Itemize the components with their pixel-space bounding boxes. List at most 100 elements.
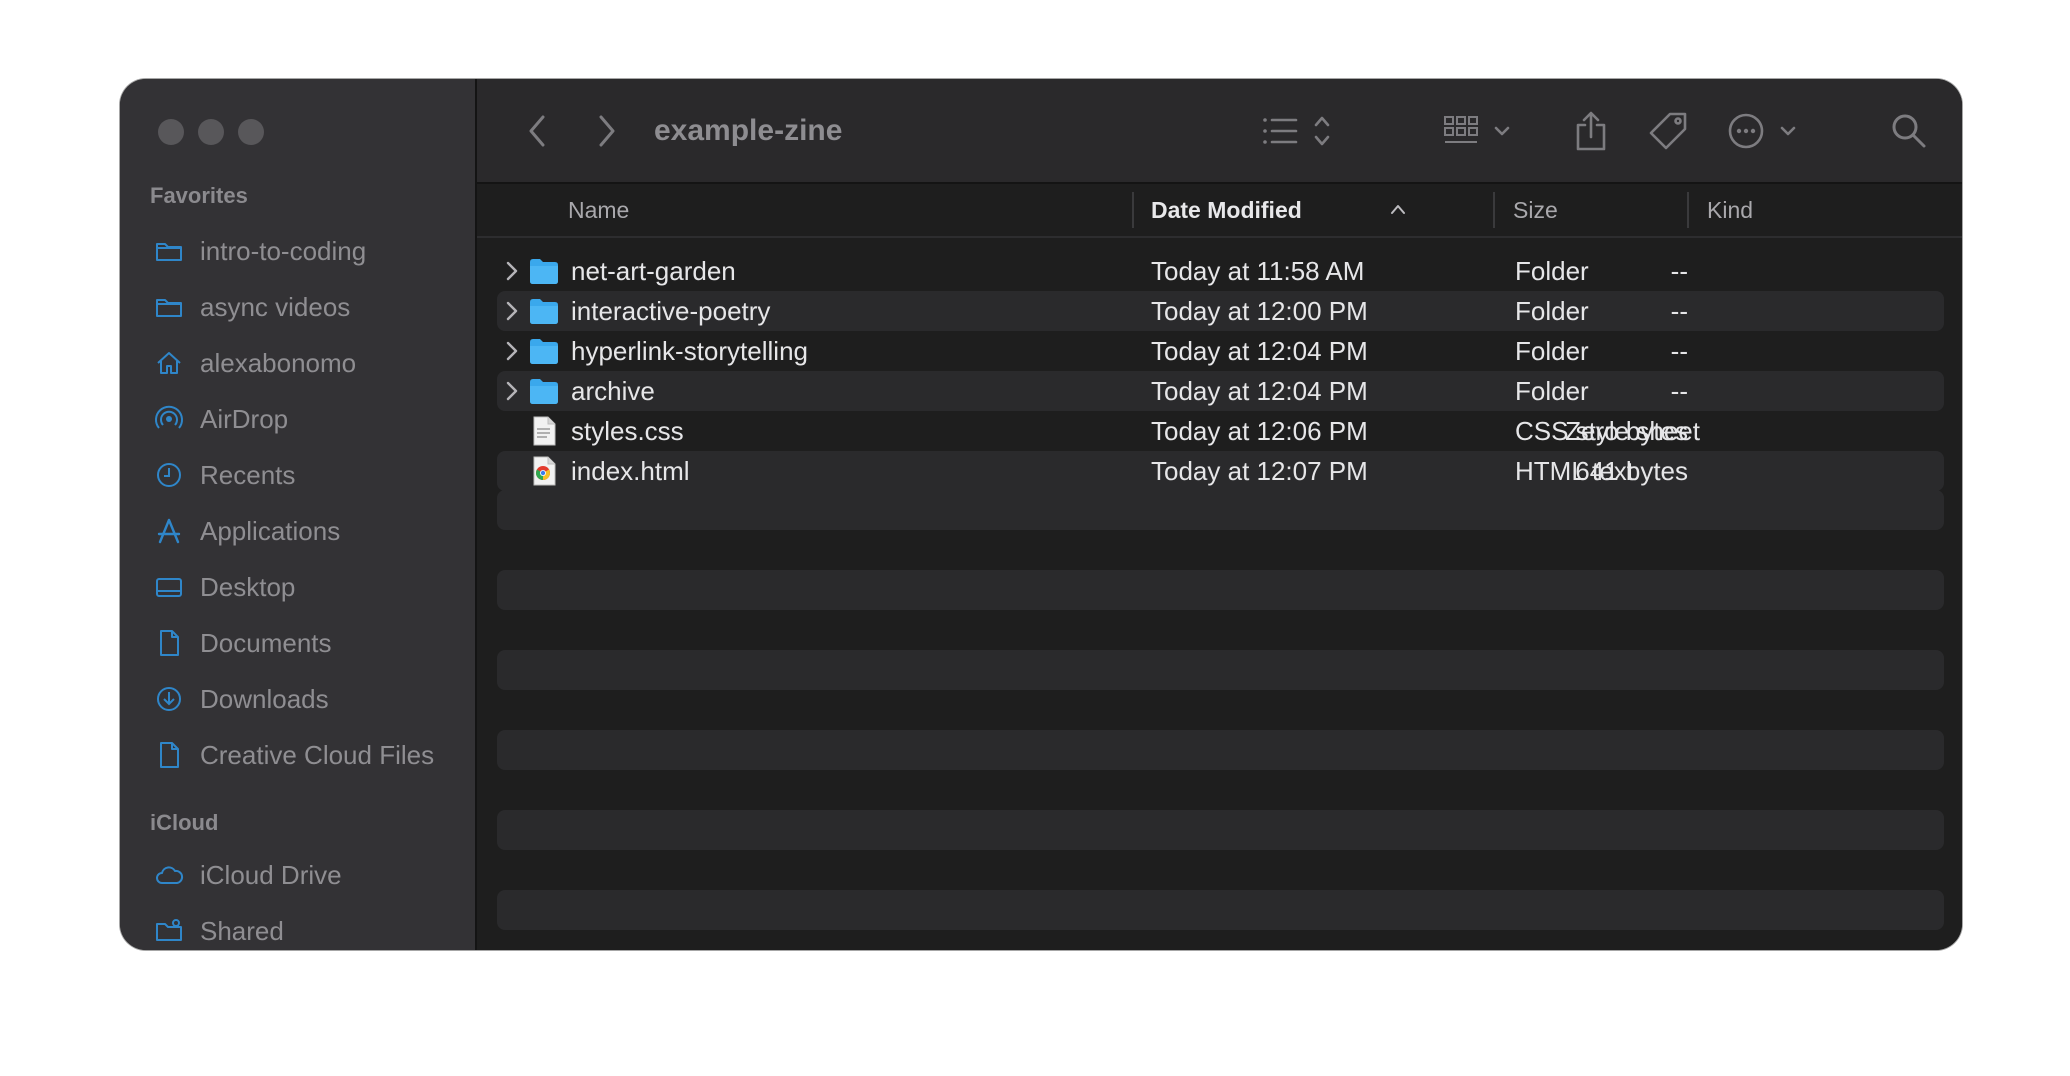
file-name: interactive-poetry [571,296,771,326]
file-date: Today at 11:58 AM [1151,256,1365,286]
close-window-button[interactable] [158,119,184,145]
chevron-right-icon[interactable] [505,340,519,362]
file-row-index-html[interactable]: index.html Today at 12:07 PM 641 bytes H… [497,451,1944,491]
window-controls [158,119,264,145]
file-name: index.html [571,456,690,486]
sidebar-item-label: Documents [200,627,332,658]
column-header: Name Date Modified Size Kind [477,184,1962,238]
sidebar-item-label: intro-to-coding [200,235,367,266]
file-row-archive[interactable]: archive Today at 12:04 PM -- Folder [497,371,1944,411]
tag-icon [1649,112,1687,150]
chevron-left-icon [529,115,545,147]
sidebar-item-shared[interactable]: Shared [154,906,464,950]
file-name: styles.css [571,416,684,446]
empty-row-stripe [497,730,1944,770]
column-separator[interactable] [1493,192,1495,228]
document-icon [160,630,179,656]
sidebar-section-favorites: Favorites [150,183,248,208]
zoom-window-button[interactable] [238,119,264,145]
file-name: archive [571,376,655,406]
file-row-net-art-garden[interactable]: net-art-garden Today at 11:58 AM -- Fold… [497,251,1944,291]
finder-window: Favorites intro-to-coding async videos a… [120,79,1962,950]
file-date: Today at 12:06 PM [1151,416,1368,446]
download-icon [157,687,181,711]
empty-row-stripe [497,890,1944,930]
chevron-right-icon[interactable] [505,300,519,322]
column-header-kind[interactable]: Kind [1707,184,1753,236]
sidebar-item-label: iCloud Drive [200,859,342,890]
more-actions-button[interactable] [1727,107,1803,155]
column-header-size[interactable]: Size [1513,184,1558,236]
toolbar: example-zine [477,79,1962,184]
group-view-button[interactable] [1443,107,1517,155]
file-size: -- [1670,296,1688,326]
shared-folder-icon [156,919,182,941]
sidebar-item-intro-to-coding[interactable]: intro-to-coding [154,226,464,276]
file-date: Today at 12:00 PM [1151,296,1368,326]
sort-ascending-icon[interactable] [1390,203,1406,215]
sidebar-item-creative-cloud-files[interactable]: Creative Cloud Files [154,730,464,780]
css-file-icon [533,416,556,446]
chevron-right-icon[interactable] [505,380,519,402]
file-date: Today at 12:07 PM [1151,456,1368,486]
file-kind: HTML text [1515,456,1634,486]
applications-icon [157,518,181,544]
forward-button[interactable] [587,107,627,155]
desktop-icon [156,578,182,597]
sidebar-item-label: Applications [200,515,341,546]
tag-button[interactable] [1643,107,1693,155]
sidebar-item-applications[interactable]: Applications [154,506,464,556]
sidebar-item-label: Recents [200,459,296,490]
empty-row-stripe [497,490,1944,530]
grid-icon [1444,116,1510,143]
file-list: net-art-garden Today at 11:58 AM -- Fold… [497,251,1944,491]
column-header-name[interactable]: Name [568,184,629,236]
search-icon [1892,114,1926,148]
back-button[interactable] [517,107,557,155]
list-view-icon [1263,116,1330,146]
share-icon [1576,111,1606,151]
chevron-right-icon [599,115,615,147]
chevron-right-icon[interactable] [505,260,519,282]
sidebar-item-async-videos[interactable]: async videos [154,282,464,332]
sidebar-item-recents[interactable]: Recents [154,450,464,500]
search-button[interactable] [1887,107,1931,155]
file-kind: Folder [1515,296,1589,326]
folder-icon [530,259,558,284]
file-date: Today at 12:04 PM [1151,376,1368,406]
list-view-button[interactable] [1261,107,1337,155]
file-row-hyperlink-storytelling[interactable]: hyperlink-storytelling Today at 12:04 PM… [497,331,1944,371]
folder-icon [156,243,182,261]
window-title: example-zine [654,114,843,147]
file-icon [160,742,179,768]
file-row-interactive-poetry[interactable]: interactive-poetry Today at 12:00 PM -- … [497,291,1944,331]
airdrop-icon [155,405,183,429]
sidebar-item-downloads[interactable]: Downloads [154,674,464,724]
sidebar-item-documents[interactable]: Documents [154,618,464,668]
sidebar-item-label: async videos [200,291,351,322]
column-header-date-modified[interactable]: Date Modified [1151,184,1302,236]
sidebar-section-icloud: iCloud [150,810,219,835]
main-content: example-zine Name Date Modified Size Kin… [477,79,1962,950]
sidebar-item-airdrop[interactable]: AirDrop [154,394,464,444]
sidebar-item-label: Shared [200,915,284,946]
sidebar-item-home[interactable]: alexabonomo [154,338,464,388]
sidebar-item-desktop[interactable]: Desktop [154,562,464,612]
empty-row-stripe [497,650,1944,690]
sidebar-item-icloud-drive[interactable]: iCloud Drive [154,850,464,900]
minimize-window-button[interactable] [198,119,224,145]
folder-icon [156,299,182,317]
sidebar: Favorites intro-to-coding async videos a… [120,79,477,950]
column-separator[interactable] [1132,192,1134,228]
folder-icon [530,299,558,324]
empty-row-stripe [497,810,1944,850]
share-button[interactable] [1569,107,1613,155]
file-kind: Folder [1515,256,1589,286]
file-row-styles-css[interactable]: styles.css Today at 12:06 PM Zero bytes … [497,411,1944,451]
file-date: Today at 12:04 PM [1151,336,1368,366]
file-name: net-art-garden [571,256,736,286]
ellipsis-circle-icon [1728,113,1796,149]
sidebar-item-label: Desktop [200,571,296,602]
empty-list-area[interactable] [497,490,1944,950]
column-separator[interactable] [1687,192,1689,228]
